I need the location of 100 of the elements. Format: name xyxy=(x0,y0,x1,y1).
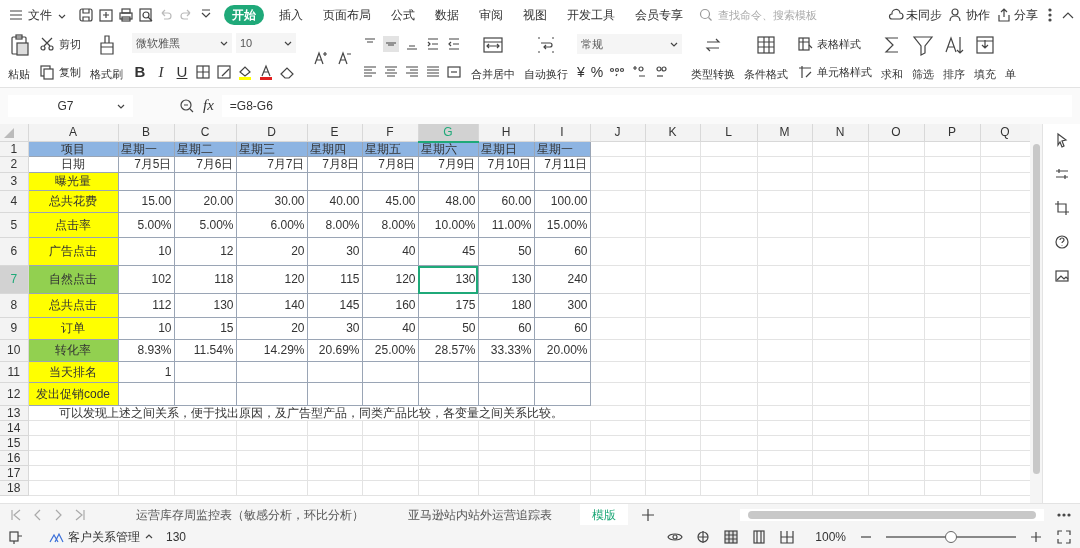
toolbar-button[interactable]: 剪切 xyxy=(39,35,81,53)
indent-icon[interactable] xyxy=(425,36,441,53)
ribbon-tab[interactable]: 会员专享 xyxy=(626,4,692,25)
table-cell: 33.33% xyxy=(478,339,534,362)
table-cell: 100.00 xyxy=(534,190,590,213)
filter-button[interactable]: 筛选 xyxy=(912,29,934,87)
vertical-scrollbar[interactable] xyxy=(1030,123,1042,504)
file-menu-button[interactable]: 文件 xyxy=(4,5,72,24)
format-painter-button[interactable]: 格式刷 xyxy=(90,29,123,87)
help-icon[interactable] xyxy=(1053,233,1070,250)
horizontal-scrollbar[interactable] xyxy=(740,508,1044,521)
table-cell: 7月8日 xyxy=(362,156,418,173)
ribbon-tab[interactable]: 页面布局 xyxy=(314,4,380,25)
toolbar-button[interactable]: 复制 xyxy=(39,64,81,81)
save-icon[interactable] xyxy=(78,6,94,23)
ribbon-tab[interactable]: 审阅 xyxy=(470,4,512,25)
merge-center-button[interactable]: 合并居中 xyxy=(471,29,515,87)
currency-button[interactable]: ¥ xyxy=(577,61,585,83)
paste-button[interactable]: 粘贴 xyxy=(8,29,30,87)
sort-button[interactable]: 排序 xyxy=(943,29,965,87)
font-name-field[interactable]: 微软雅黑 xyxy=(132,33,232,54)
table-cell: 15 xyxy=(174,317,236,340)
font-size-field[interactable]: 10 xyxy=(236,33,296,54)
table-cell: 112 xyxy=(118,293,174,318)
table-cell: 5.00% xyxy=(174,212,236,238)
row-header[interactable]: 10 xyxy=(0,339,28,362)
table-cell: 50 xyxy=(478,237,534,266)
row-header[interactable]: 12 xyxy=(0,382,28,406)
row-header[interactable]: 4 xyxy=(0,190,28,213)
font-color-icon[interactable] xyxy=(258,63,274,80)
conditional-format-button[interactable]: 条件格式 xyxy=(744,29,788,87)
fill-button[interactable]: 填充 xyxy=(974,29,996,87)
toolbar-button[interactable]: 表格样式 xyxy=(797,35,872,53)
table-cell: 30.00 xyxy=(236,190,307,213)
crop-icon[interactable] xyxy=(1053,199,1070,216)
outdent-icon[interactable] xyxy=(446,36,462,53)
table-cell: 10 xyxy=(118,237,174,266)
normal-view-icon[interactable] xyxy=(723,528,740,545)
table-cell: 300 xyxy=(534,293,590,318)
funnel-icon xyxy=(912,33,934,56)
macro-icon[interactable] xyxy=(8,528,24,545)
zoom-level-button[interactable]: 100% xyxy=(815,527,846,546)
row-header[interactable]: 5 xyxy=(0,212,28,238)
table-cell: 120 xyxy=(236,265,307,294)
toolbar-button[interactable]: 单元格样式 xyxy=(797,64,872,81)
row-header[interactable]: 9 xyxy=(0,317,28,340)
underline-button[interactable]: U xyxy=(174,60,190,84)
ribbon-tab[interactable]: 数据 xyxy=(426,4,468,25)
align-middle-icon[interactable] xyxy=(383,36,399,53)
distribute-icon[interactable] xyxy=(446,64,462,81)
italic-button[interactable]: I xyxy=(153,60,169,84)
decrease-font-icon[interactable] xyxy=(337,50,353,67)
print-preview-icon[interactable] xyxy=(138,6,154,23)
function-label[interactable]: fx xyxy=(203,94,214,117)
table-cell: 130 xyxy=(478,265,534,294)
sheet-tab[interactable]: 运营库存周监控表（敏感分析，环比分析） xyxy=(120,503,380,526)
toolbar-button[interactable]: 协作 xyxy=(946,5,992,24)
bold-button[interactable]: B xyxy=(132,60,148,84)
table-cell: 总共点击 xyxy=(28,293,118,318)
row-header[interactable]: 6 xyxy=(0,237,28,266)
zoom-slider-thumb[interactable] xyxy=(945,530,957,543)
image-icon[interactable] xyxy=(1053,267,1070,284)
row-header[interactable]: 11 xyxy=(0,361,28,383)
wrap-text-button[interactable]: 自动换行 xyxy=(524,29,568,87)
toolbar-button[interactable]: 分享 xyxy=(994,5,1040,24)
ribbon-tab[interactable]: 公式 xyxy=(382,4,424,25)
macro-button[interactable]: 客户关系管理 xyxy=(48,527,154,546)
ribbon-tab[interactable]: 开发工具 xyxy=(558,4,624,25)
export-icon[interactable] xyxy=(98,6,114,23)
name-box[interactable]: G7 xyxy=(8,94,133,117)
percent-button[interactable]: % xyxy=(590,61,604,83)
input-method-icon[interactable] xyxy=(695,528,712,545)
page-layout-icon[interactable] xyxy=(751,528,768,545)
page-break-icon[interactable] xyxy=(779,528,796,545)
table-cell: 6.00% xyxy=(236,212,307,238)
sum-button[interactable]: 求和 xyxy=(881,29,903,87)
number-format-field[interactable]: 常规 xyxy=(577,33,682,54)
table-cell: 10.00% xyxy=(418,212,478,238)
ribbon-more-button[interactable]: 单 xyxy=(1005,66,1016,87)
table-cell: 7月8日 xyxy=(307,156,362,173)
row-header[interactable]: 8 xyxy=(0,293,28,318)
increase-font-icon[interactable] xyxy=(313,50,329,67)
sheet-tab[interactable]: 亚马逊站内站外运营追踪表 xyxy=(392,503,568,526)
fill-down-icon xyxy=(974,33,996,56)
toolbar-button[interactable]: 未同步 xyxy=(886,5,944,24)
zoom-icon[interactable] xyxy=(179,97,195,114)
table-cell: 15.00 xyxy=(118,190,174,213)
fullscreen-icon[interactable] xyxy=(1056,528,1072,545)
table-cell: 30 xyxy=(307,317,362,340)
ribbon-tab[interactable]: 视图 xyxy=(514,4,556,25)
borders-icon[interactable] xyxy=(195,63,211,80)
table-cell: 45 xyxy=(418,237,478,266)
formula-field[interactable]: =G8-G6 xyxy=(221,94,1072,117)
add-sheet-icon[interactable] xyxy=(640,506,656,523)
search-field[interactable]: 查找命令、搜索模板 xyxy=(698,6,833,24)
table-cell: 130 xyxy=(418,265,478,294)
convert-type-button[interactable]: 类型转换 xyxy=(691,29,735,87)
ribbon-tab[interactable]: 插入 xyxy=(270,4,312,25)
border-style-icon[interactable] xyxy=(216,63,232,80)
print-icon[interactable] xyxy=(118,6,134,23)
